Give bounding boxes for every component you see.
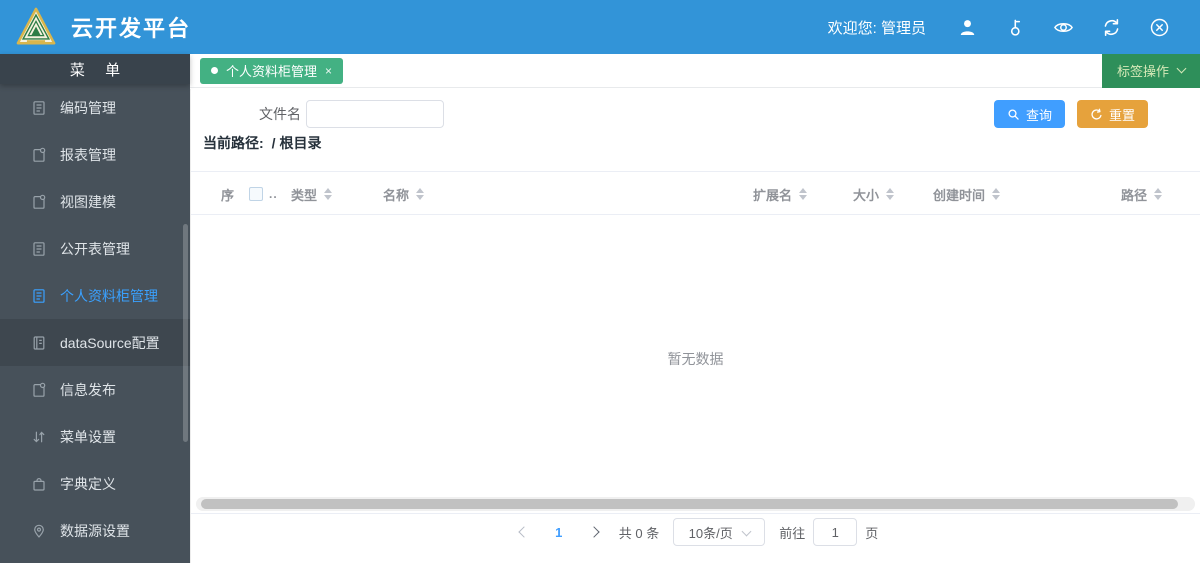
university-logo-icon — [16, 7, 56, 45]
column-size[interactable]: 大小 — [853, 172, 895, 216]
sidebar-item-dictionary-definition[interactable]: 字典定义 — [0, 460, 190, 507]
sidebar-item-menu-settings[interactable]: 菜单设置 — [0, 413, 190, 460]
sidebar-item-code-management[interactable]: 编码管理 — [0, 84, 190, 131]
sidebar-item-datasource-settings[interactable]: 数据源设置 — [0, 507, 190, 554]
tab-close-icon[interactable]: × — [325, 64, 332, 78]
total-count-text: 共 0 条 — [618, 525, 660, 541]
sort-caret-icon[interactable] — [416, 188, 425, 200]
file-badge-icon — [33, 147, 46, 162]
sort-caret-icon[interactable] — [886, 188, 895, 200]
page-title: 云开发平台 — [71, 16, 192, 41]
page-jumper: 前往 页 — [779, 518, 878, 546]
file-badge-icon — [33, 382, 46, 397]
horizontal-scrollbar-thumb[interactable] — [201, 499, 1178, 509]
tag-actions-button[interactable]: 标签操作 — [1101, 53, 1200, 88]
location-pin-icon — [34, 524, 44, 538]
column-seq: 序 — [221, 187, 235, 203]
username-text: 管理员 — [880, 19, 926, 37]
current-path: 当前路径: / 根目录 — [203, 133, 321, 153]
chevron-right-icon — [588, 526, 600, 538]
column-select: .. — [249, 172, 278, 216]
filename-input[interactable] — [306, 100, 444, 128]
document-icon — [33, 288, 45, 303]
reset-icon — [1091, 108, 1102, 119]
sidebar-item-report-management[interactable]: 报表管理 — [0, 131, 190, 178]
briefcase-icon — [33, 477, 45, 491]
current-page[interactable]: 1 — [549, 525, 569, 540]
current-path-value: / 根目录 — [271, 135, 322, 151]
sort-caret-icon[interactable] — [1154, 188, 1162, 200]
sidebar-item-datasource-config[interactable]: dataSource配置 — [0, 319, 190, 366]
sort-arrows-icon — [33, 431, 45, 442]
empty-data-text: 暂无数据 — [667, 351, 724, 367]
sidebar-title: 菜 单 — [0, 54, 190, 84]
column-extension[interactable]: 扩展名 — [753, 172, 808, 216]
prev-page-button[interactable] — [513, 521, 535, 543]
chevron-down-icon — [1176, 63, 1187, 74]
file-badge-icon — [33, 194, 46, 209]
tab-personal-cabinet-management[interactable]: 个人资料柜管理 × — [200, 57, 344, 84]
document-icon — [33, 100, 45, 115]
tab-bar: 个人资料柜管理 × 标签操作 — [190, 53, 1200, 88]
search-button[interactable]: 查询 — [993, 100, 1065, 128]
top-header: 云开发平台 欢迎您: 管理员 — [0, 0, 1200, 54]
select-all-checkbox[interactable] — [249, 187, 263, 201]
column-created-time[interactable]: 创建时间 — [933, 172, 1001, 216]
pagination-divider — [191, 513, 1200, 514]
sort-caret-icon[interactable] — [799, 188, 808, 200]
sidebar-item-personal-cabinet-management[interactable]: 个人资料柜管理 — [0, 272, 190, 319]
column-path[interactable]: 路径 — [1121, 172, 1162, 216]
chevron-left-icon — [518, 526, 530, 538]
refresh-icon[interactable] — [1101, 17, 1122, 38]
sidebar: 菜 单 编码管理 报表管理 视图建模 公开表管理 个人资料柜管理 dataSou… — [0, 54, 190, 563]
current-path-label: 当前路径: — [203, 135, 264, 151]
user-icon[interactable] — [957, 17, 978, 38]
close-session-icon[interactable] — [1149, 17, 1170, 38]
eye-icon[interactable] — [1053, 17, 1074, 38]
horizontal-scrollbar-track — [196, 497, 1195, 511]
header-actions: 欢迎您: 管理员 — [828, 17, 1170, 38]
toolbar-buttons: 查询 重置 — [993, 100, 1148, 128]
sort-caret-icon[interactable] — [992, 188, 1001, 200]
pagination: 1 共 0 条 10条/页 前往 页 — [191, 516, 1200, 548]
goto-page-input[interactable] — [813, 518, 858, 546]
next-page-button[interactable] — [583, 521, 605, 543]
sidebar-scrollbar[interactable] — [183, 224, 188, 442]
page-size-select[interactable]: 10条/页 — [673, 518, 766, 546]
document-icon — [33, 241, 45, 256]
goto-label: 前往 — [779, 525, 806, 541]
reset-button[interactable]: 重置 — [1076, 100, 1148, 128]
sort-caret-icon[interactable] — [324, 188, 333, 200]
app-window: 云开发平台 欢迎您: 管理员 菜 单 编码管理 报表管理 视图建模 公开表管理 … — [0, 0, 1200, 563]
key-icon[interactable] — [1005, 17, 1026, 38]
chevron-down-icon — [741, 526, 752, 536]
sidebar-item-view-modeling[interactable]: 视图建模 — [0, 178, 190, 225]
main-content: 文件名 查询 重置 当前路径: / 根目录 序 .. 类型 名称 扩展名 大小 … — [190, 89, 1200, 563]
active-dot-icon — [211, 67, 218, 74]
notebook-icon — [33, 335, 45, 350]
sidebar-item-info-publish[interactable]: 信息发布 — [0, 366, 190, 413]
welcome-text: 欢迎您: 管理员 — [827, 19, 926, 37]
column-type[interactable]: 类型 — [291, 172, 333, 216]
sidebar-item-public-table-management[interactable]: 公开表管理 — [0, 225, 190, 272]
table-header: 序 .. 类型 名称 扩展名 大小 创建时间 路径 — [191, 171, 1200, 215]
page-unit-label: 页 — [865, 525, 879, 541]
column-name[interactable]: 名称 — [383, 172, 425, 216]
search-icon — [1008, 108, 1019, 120]
filename-label: 文件名 — [259, 106, 301, 122]
